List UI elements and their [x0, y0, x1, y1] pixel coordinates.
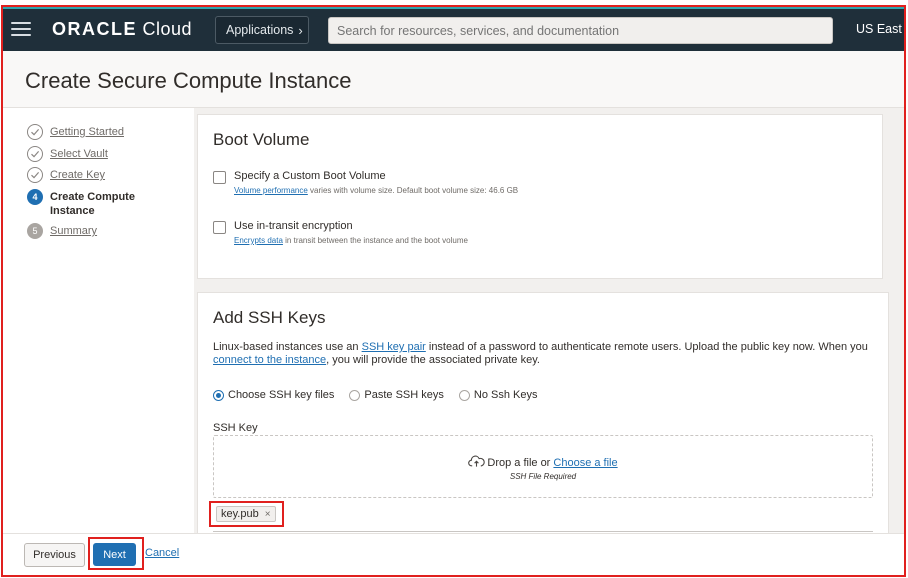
wizard-steps: Getting Started Select Vault Create Key …	[3, 108, 194, 533]
connect-to-instance-link[interactable]: connect to the instance	[213, 354, 326, 366]
check-circle-icon	[27, 146, 43, 162]
radio-button[interactable]	[349, 389, 361, 401]
logo-product: Cloud	[142, 19, 193, 39]
step-label[interactable]: Summary	[50, 223, 97, 238]
step-summary[interactable]: 5 Summary	[27, 223, 97, 239]
main-content: Boot Volume Specify a Custom Boot Volume…	[194, 108, 904, 533]
next-button-annotation: Next	[88, 537, 144, 570]
region-selector[interactable]: US East	[856, 22, 902, 36]
in-transit-encryption-checkbox[interactable]	[213, 221, 226, 234]
ssh-key-pair-link[interactable]: SSH key pair	[362, 341, 426, 353]
radio-label: No Ssh Keys	[473, 389, 538, 401]
in-transit-encryption-help: Encrypts data in transit between the ins…	[234, 236, 468, 245]
step-label[interactable]: Create Key	[50, 167, 105, 182]
oracle-cloud-logo[interactable]: ORACLE Cloud	[52, 19, 192, 40]
step-label[interactable]: Select Vault	[50, 146, 108, 161]
ssh-file-required-note: SSH File Required	[509, 472, 577, 481]
radio-button-selected[interactable]	[213, 389, 224, 401]
boot-volume-panel: Boot Volume Specify a Custom Boot Volume…	[197, 114, 883, 279]
choose-file-link[interactable]: Choose a file	[553, 457, 617, 469]
ssh-key-dropzone[interactable]: Drop a file or Choose a file SSH File Re…	[213, 435, 873, 498]
ssh-desc-part-1: Linux-based instances use an	[213, 341, 362, 353]
custom-boot-volume-label: Specify a Custom Boot Volume	[234, 170, 386, 182]
close-icon[interactable]: ×	[265, 509, 271, 520]
file-chip-annotation: key.pub ×	[209, 501, 284, 527]
step-number-badge: 5	[27, 223, 43, 239]
in-transit-encryption-option: Use in-transit encryption Encrypts data …	[213, 220, 468, 245]
previous-button[interactable]: Previous	[24, 543, 85, 567]
page-header: Create Secure Compute Instance	[3, 51, 904, 108]
divider	[213, 531, 873, 532]
step-number-badge: 4	[27, 189, 43, 205]
check-circle-icon	[27, 167, 43, 183]
radio-label: Paste SSH keys	[364, 389, 444, 401]
radio-no-ssh-keys[interactable]: No Ssh Keys	[458, 389, 538, 401]
step-label: Create Compute Instance	[50, 191, 135, 217]
step-label[interactable]: Getting Started	[50, 124, 124, 139]
radio-paste-ssh-keys[interactable]: Paste SSH keys	[349, 389, 444, 401]
drop-text: Drop a file or	[487, 457, 554, 469]
ssh-description: Linux-based instances use an SSH key pai…	[213, 341, 873, 367]
step-select-vault[interactable]: Select Vault	[27, 146, 108, 162]
ssh-desc-part-3: , you will provide the associated privat…	[326, 354, 540, 366]
volume-performance-text: varies with volume size. Default boot vo…	[307, 186, 519, 195]
check-circle-icon	[27, 124, 43, 140]
wizard-footer: Previous Next Cancel	[3, 533, 904, 575]
uploaded-file-name: key.pub	[221, 508, 259, 520]
encrypts-data-link[interactable]: Encrypts data	[234, 236, 283, 245]
cloud-upload-icon	[468, 455, 486, 467]
step-getting-started[interactable]: Getting Started	[27, 124, 124, 140]
step-create-key[interactable]: Create Key	[27, 167, 105, 183]
radio-label: Choose SSH key files	[228, 389, 335, 401]
boot-volume-heading: Boot Volume	[213, 130, 310, 149]
custom-boot-volume-option: Specify a Custom Boot Volume Volume perf…	[213, 170, 518, 195]
applications-button[interactable]: Applications ›	[215, 16, 309, 44]
ssh-keys-panel: Add SSH Keys Linux-based instances use a…	[197, 292, 889, 533]
ssh-desc-part-2: instead of a password to authenticate re…	[425, 341, 868, 353]
ssh-key-field-label: SSH Key	[213, 422, 258, 434]
page-title: Create Secure Compute Instance	[25, 68, 352, 93]
step-create-compute-instance: 4 Create Compute Instance	[27, 189, 160, 218]
volume-performance-link[interactable]: Volume performance	[234, 186, 308, 195]
dropzone-prompt: Drop a file or Choose a file	[214, 455, 872, 469]
ssh-key-mode-radio-group: Choose SSH key files Paste SSH keys No S…	[213, 389, 552, 401]
applications-label: Applications	[226, 23, 294, 37]
top-navigation-bar: ORACLE Cloud Applications › US East	[3, 7, 904, 51]
ssh-keys-heading: Add SSH Keys	[213, 308, 326, 327]
next-button[interactable]: Next	[93, 543, 136, 566]
cancel-link[interactable]: Cancel	[145, 547, 179, 559]
uploaded-file-chip: key.pub ×	[216, 506, 276, 522]
chevron-right-icon: ›	[298, 22, 303, 38]
radio-choose-ssh-key-files[interactable]: Choose SSH key files	[213, 389, 334, 401]
in-transit-encryption-label: Use in-transit encryption	[234, 220, 353, 232]
hamburger-icon[interactable]	[11, 22, 31, 36]
encrypts-data-text: in transit between the instance and the …	[282, 236, 468, 245]
custom-boot-volume-help: Volume performance varies with volume si…	[234, 186, 518, 195]
custom-boot-volume-checkbox[interactable]	[213, 171, 226, 184]
search-input[interactable]	[328, 17, 833, 44]
logo-brand: ORACLE	[52, 19, 137, 39]
radio-button[interactable]	[458, 389, 470, 401]
